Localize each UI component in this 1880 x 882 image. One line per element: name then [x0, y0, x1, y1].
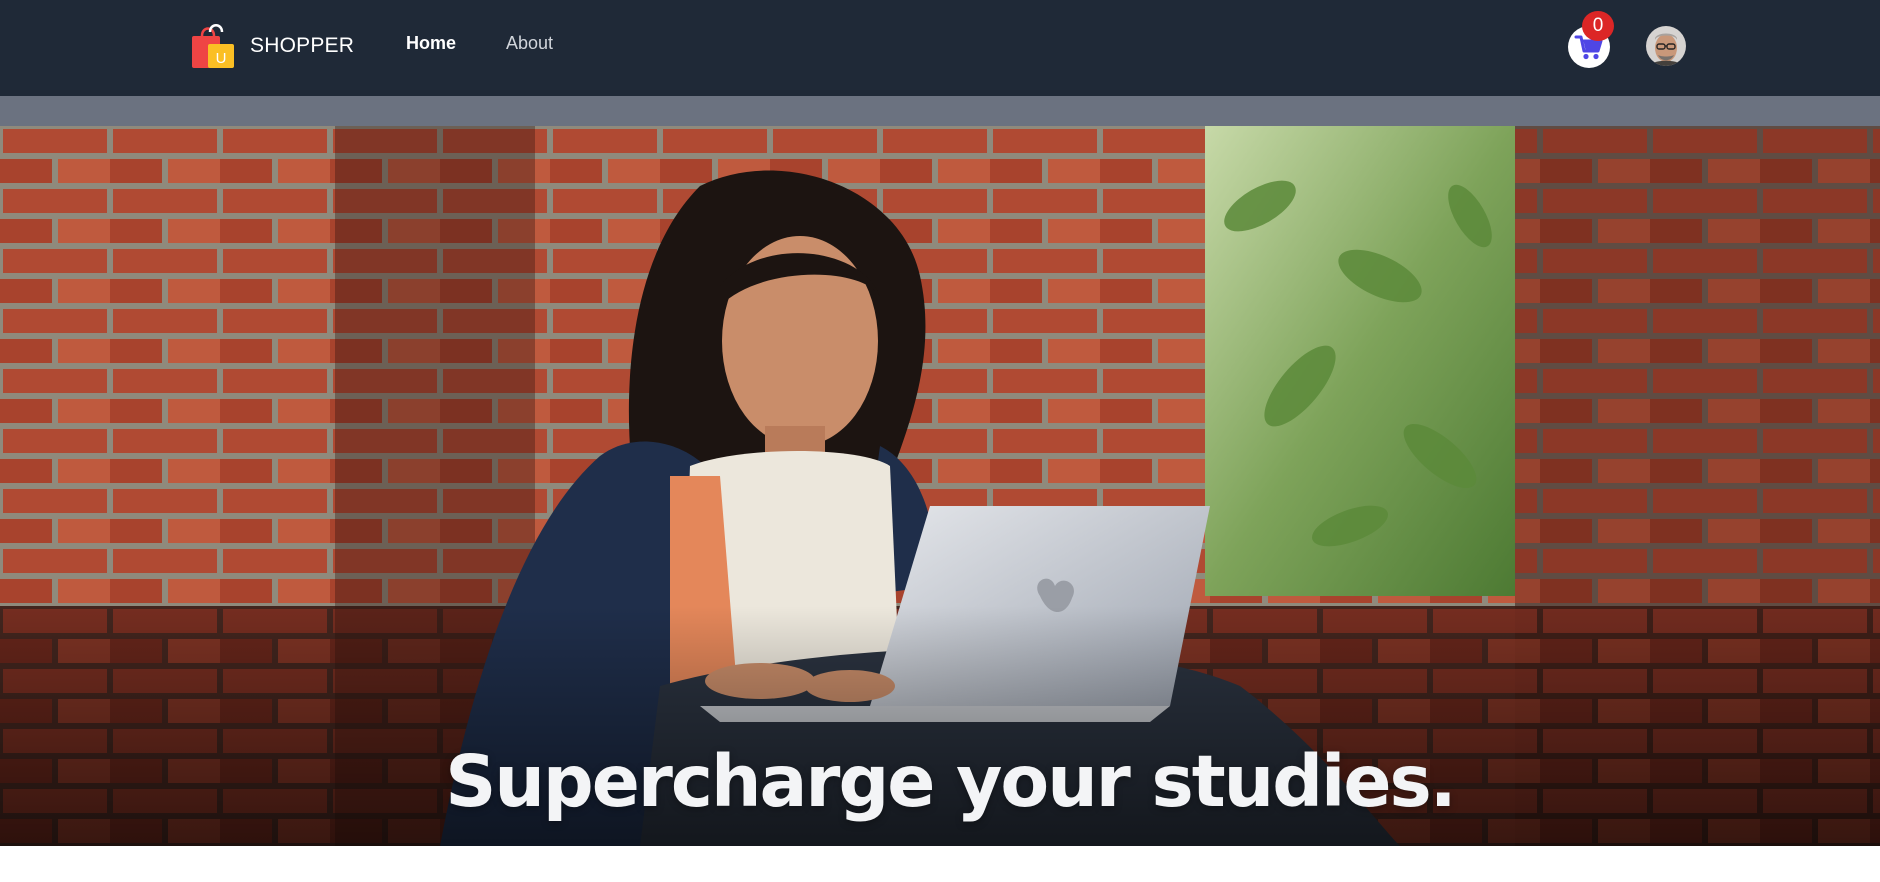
user-avatar-image — [1646, 26, 1686, 66]
hero-headline: Supercharge your studies. — [445, 740, 1457, 823]
hero-photo-student-laptop — [0, 126, 1880, 846]
page-content-start — [0, 846, 1880, 882]
brand-name: SHOPPER — [250, 34, 355, 57]
shopping-bags-icon: U — [192, 24, 234, 68]
sub-header-strip — [0, 96, 1880, 126]
nav-link-home[interactable]: Home — [406, 33, 456, 54]
hero-banner: Supercharge your studies. — [0, 126, 1880, 846]
user-avatar[interactable] — [1646, 26, 1686, 66]
brand-home-link[interactable]: U SHOPPER — [190, 22, 354, 70]
logo-letter: U — [216, 50, 227, 67]
cart-count-badge: 0 — [1582, 11, 1614, 41]
top-navbar: U SHOPPER Home About 0 — [0, 0, 1880, 96]
nav-link-about[interactable]: About — [506, 33, 553, 54]
